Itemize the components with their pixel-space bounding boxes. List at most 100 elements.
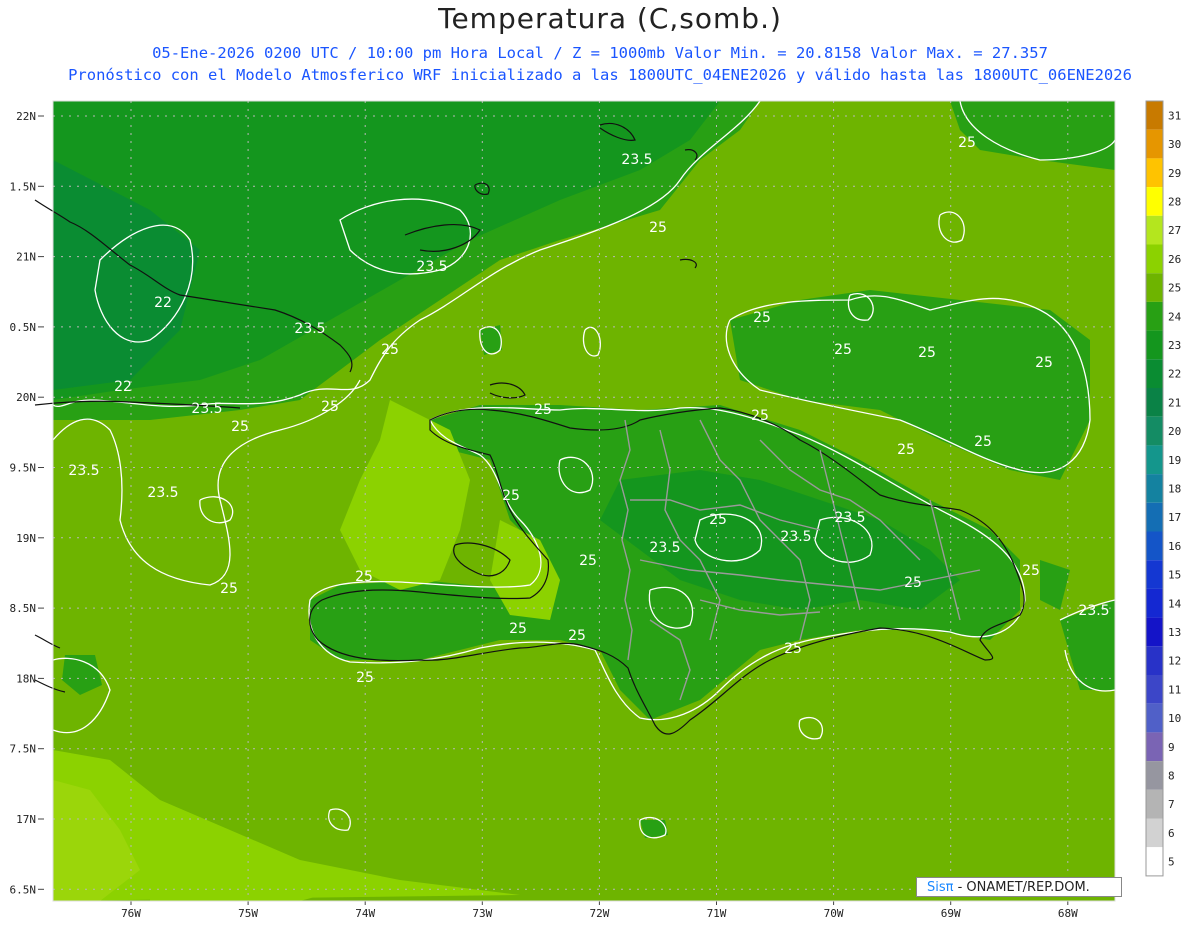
contour-label: 23.5 [1078, 603, 1109, 619]
colorbar-swatch [1146, 502, 1163, 532]
lon-label: 75W [238, 907, 258, 920]
colorbar-swatch [1146, 129, 1163, 159]
lon-label: 76W [121, 907, 141, 920]
colorbar-label: 13 [1168, 626, 1181, 639]
colorbar-label: 20 [1168, 425, 1181, 438]
colorbar-swatch [1146, 330, 1163, 360]
colorbar-label: 5 [1168, 856, 1175, 869]
contour-label: 25 [321, 399, 339, 415]
lat-label: 0.5N [10, 321, 37, 334]
contour-label: 25 [355, 569, 373, 585]
colorbar-label: 15 [1168, 569, 1181, 582]
contour-label: 23.5 [621, 152, 652, 168]
colorbar-label: 9 [1168, 741, 1175, 754]
contour-label: 25 [784, 641, 802, 657]
colorbar-label: 30 [1168, 138, 1181, 151]
colorbar-swatch [1146, 732, 1163, 762]
colorbar-swatch [1146, 675, 1163, 704]
colorbar-swatch [1146, 445, 1163, 475]
colorbar-label: 11 [1168, 683, 1181, 696]
colorbar-swatch [1146, 416, 1163, 446]
colorbar-label: 25 [1168, 282, 1181, 295]
lon-label: 74W [355, 907, 375, 920]
lon-label: 71W [707, 907, 727, 920]
colorbar-label: 28 [1168, 195, 1181, 208]
sispi-logo: Sisπ [927, 880, 954, 895]
contour-label: 25 [509, 621, 527, 637]
contour-label: 25 [709, 512, 727, 528]
colorbar-swatch [1146, 761, 1163, 790]
colorbar-swatch [1146, 273, 1163, 302]
contour-label: 25 [753, 310, 771, 326]
colorbar-label: 6 [1168, 827, 1175, 840]
contour-label: 25 [231, 419, 249, 435]
colorbar-label: 26 [1168, 253, 1181, 266]
lat-label: 21N [16, 251, 36, 264]
lat-label: 20N [16, 391, 36, 404]
colorbar-swatch [1146, 158, 1163, 188]
temperature-field [53, 101, 1115, 901]
colorbar-swatch [1146, 617, 1163, 647]
contour-label: 25 [1022, 563, 1040, 579]
colorbar-label: 23 [1168, 339, 1181, 352]
colorbar-swatch [1146, 101, 1163, 130]
colorbar-label: 21 [1168, 396, 1181, 409]
lat-label: 22N [16, 110, 36, 123]
colorbar-swatch [1146, 215, 1163, 245]
colorbar-swatch [1146, 301, 1163, 331]
colorbar-swatch [1146, 474, 1163, 503]
colorbar-swatch [1146, 588, 1163, 618]
contour-label: 25 [579, 553, 597, 569]
contour-label: 25 [918, 345, 936, 361]
contour-label: 23.5 [416, 259, 447, 275]
colorbar-label: 19 [1168, 454, 1181, 467]
contour-label: 25 [834, 342, 852, 358]
colorbar-label: 22 [1168, 368, 1181, 381]
colorbar-label: 12 [1168, 655, 1181, 668]
contour-label: 23.5 [191, 401, 222, 417]
lon-label: 69W [941, 907, 961, 920]
longitude-labels: 76W 75W 74W 73W 72W 71W 70W 69W 68W [121, 907, 1078, 920]
colorbar-swatch [1146, 703, 1163, 733]
contour-label: 25 [534, 402, 552, 418]
contour-label: 25 [904, 575, 922, 591]
contour-label: 23.5 [780, 529, 811, 545]
contour-label: 25 [502, 488, 520, 504]
contour-label: 22 [114, 379, 132, 395]
colorbar-label: 27 [1168, 224, 1181, 237]
contour-label: 25 [356, 670, 374, 686]
contour-label: 23.5 [147, 485, 178, 501]
lat-label: 9.5N [10, 462, 37, 475]
lon-label: 73W [472, 907, 492, 920]
colorbar-swatch [1146, 244, 1163, 274]
lat-label: 7.5N [10, 743, 37, 756]
contour-label: 25 [649, 220, 667, 236]
contour-label: 25 [974, 434, 992, 450]
lon-label: 70W [824, 907, 844, 920]
lon-label: 72W [589, 907, 609, 920]
credit-box: Sisπ - ONAMET/REP.DOM. [916, 877, 1122, 897]
contour-label: 23.5 [649, 540, 680, 556]
contour-label: 25 [381, 342, 399, 358]
contour-label: 25 [751, 408, 769, 424]
colorbar-label: 17 [1168, 511, 1181, 524]
colorbar-label: 29 [1168, 167, 1181, 180]
colorbar-swatch [1146, 359, 1163, 388]
colorbar-label: 31 [1168, 109, 1181, 122]
colorbar-label: 16 [1168, 540, 1181, 553]
lat-label: 18N [16, 672, 36, 685]
colorbar-label: 18 [1168, 482, 1181, 495]
colorbar-swatch [1146, 646, 1163, 675]
contour-label: 25 [897, 442, 915, 458]
colorbar-swatch [1146, 531, 1163, 561]
contour-label: 22 [154, 295, 172, 311]
contour-label: 25 [1035, 355, 1053, 371]
lat-label: 6.5N [10, 883, 37, 896]
colorbar-label: 8 [1168, 769, 1175, 782]
temperature-map: 23.5 25 25 23.5 22 23.5 25 25 22 23.5 25 25 23.5 23.5… [10, 100, 1182, 920]
lat-label: 1.5N [10, 180, 37, 193]
lon-label: 68W [1058, 907, 1078, 920]
colorbar-swatch [1146, 789, 1163, 819]
lat-label: 8.5N [10, 602, 37, 615]
contour-label: 23.5 [834, 510, 865, 526]
